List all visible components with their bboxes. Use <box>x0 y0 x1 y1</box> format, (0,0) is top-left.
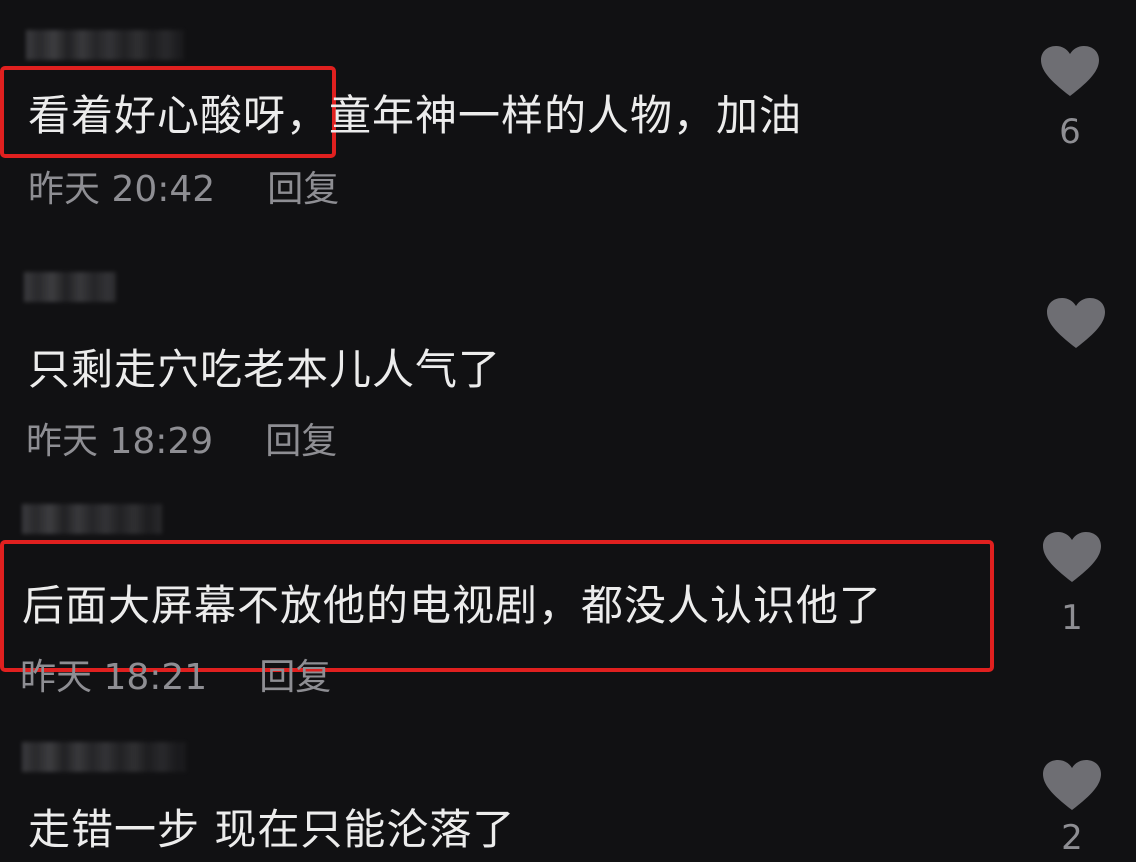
comment-text: 后面大屏幕不放他的电视剧，都没人认识他了 <box>22 581 883 630</box>
reply-button[interactable]: 回复 <box>259 657 331 698</box>
comment-time: 昨天 18:21 <box>20 657 208 698</box>
username-blurred <box>22 504 162 534</box>
username-blurred <box>26 30 184 60</box>
username-blurred <box>24 272 116 302</box>
username-blurred <box>22 742 186 772</box>
comment-meta: 昨天 18:29 回复 <box>26 420 337 464</box>
heart-icon <box>1043 532 1101 582</box>
like-button[interactable] <box>1044 298 1108 350</box>
comment-meta: 昨天 20:42 回复 <box>28 168 339 212</box>
comment-text: 看着好心酸呀，童年神一样的人物，加油 <box>28 91 803 140</box>
comment-meta: 昨天 18:21 回复 <box>20 656 331 700</box>
like-count: 1 <box>1061 598 1083 638</box>
reply-button[interactable]: 回复 <box>267 169 339 210</box>
reply-button[interactable]: 回复 <box>265 421 337 462</box>
like-button[interactable]: 6 <box>1038 46 1102 152</box>
like-count: 6 <box>1059 112 1081 152</box>
like-button[interactable]: 2 <box>1040 760 1104 858</box>
comment-time: 昨天 20:42 <box>28 169 216 210</box>
like-count: 2 <box>1061 818 1083 858</box>
heart-icon <box>1041 46 1099 96</box>
comment-time: 昨天 18:29 <box>26 421 214 462</box>
comment-text: 只剩走穴吃老本儿人气了 <box>28 345 502 394</box>
heart-icon <box>1047 298 1105 348</box>
like-button[interactable]: 1 <box>1040 532 1104 638</box>
comment-text: 走错一步 现在只能沦落了 <box>28 805 516 854</box>
heart-icon <box>1043 760 1101 810</box>
